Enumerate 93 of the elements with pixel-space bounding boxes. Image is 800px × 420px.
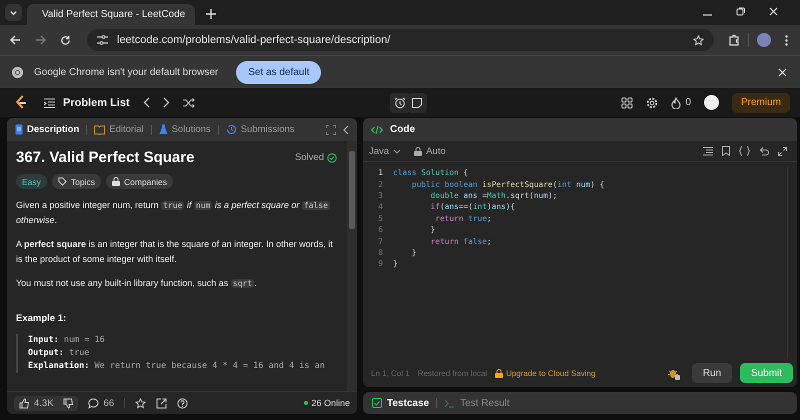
problem-list-link[interactable]: Problem List — [44, 96, 130, 108]
tab-title: Valid Perfect Square - LeetCode — [42, 9, 186, 20]
chevron-down-icon — [9, 8, 18, 17]
expand-icon[interactable] — [778, 146, 787, 156]
online-dot — [304, 401, 308, 405]
close-icon[interactable] — [769, 7, 778, 16]
example-line: Output: true — [28, 347, 90, 360]
address-bar[interactable]: leetcode.com/problems/valid-perfect-square/description/ — [87, 29, 714, 51]
braces-icon[interactable] — [739, 146, 750, 156]
collapse-icon[interactable] — [343, 124, 349, 134]
undo-icon[interactable] — [759, 146, 769, 156]
thumbs-down-icon[interactable] — [58, 396, 78, 410]
leetcode-logo-icon[interactable] — [14, 95, 27, 110]
book-icon — [94, 124, 106, 134]
browser-tab[interactable]: Valid Perfect Square - LeetCode — [27, 4, 195, 25]
description-paragraph: You must not use any built-in library function, such as sqrt . — [16, 277, 258, 290]
terminal-icon — [444, 398, 456, 408]
url-text: leetcode.com/problems/valid-perfect-square/description/ — [117, 34, 390, 46]
flask-icon — [158, 124, 168, 135]
premium-button[interactable]: Premium — [732, 92, 790, 112]
menu-icon[interactable] — [785, 34, 788, 46]
auto-mode-toggle[interactable]: Auto — [414, 146, 446, 156]
back-icon[interactable] — [10, 35, 21, 45]
infobar-message: Google Chrome isn't your default browser — [34, 66, 218, 78]
minimize-icon[interactable] — [703, 14, 712, 16]
code-icon — [371, 124, 383, 134]
reload-icon[interactable] — [60, 34, 71, 46]
star-icon[interactable] — [135, 398, 146, 408]
timer-button[interactable] — [390, 92, 410, 112]
user-avatar[interactable] — [704, 95, 719, 110]
notes-button[interactable] — [406, 92, 427, 112]
lock-icon — [414, 146, 422, 156]
share-icon[interactable] — [156, 398, 168, 408]
online-count: 26 Online — [311, 398, 350, 408]
history-icon — [226, 124, 237, 135]
forward-icon[interactable] — [35, 35, 46, 45]
shuffle-icon[interactable] — [182, 98, 195, 108]
solved-status: Solved — [294, 152, 324, 163]
checkbox-icon — [372, 398, 382, 408]
star-icon[interactable] — [693, 34, 704, 46]
description-paragraph: Given a positive integer num, return true if num is a perfect square or false otherwise. — [16, 199, 331, 227]
tag-icon — [58, 177, 67, 186]
note-icon — [410, 96, 423, 108]
panel-title: Code — [390, 124, 415, 135]
panel-tab[interactable]: Test Result — [444, 398, 510, 408]
chevron-down-icon — [393, 148, 402, 154]
panel-tab[interactable]: Testcase — [372, 398, 430, 408]
upgrade-link[interactable]: Upgrade to Cloud Saving — [495, 368, 596, 378]
list-icon — [44, 98, 55, 108]
tag-button[interactable]: Topics — [52, 174, 101, 189]
close-icon[interactable] — [778, 68, 787, 76]
streak-counter[interactable]: 0 — [671, 96, 691, 108]
comments-button[interactable]: 66 — [88, 398, 114, 408]
restore-icon[interactable] — [736, 7, 745, 16]
flame-icon — [671, 96, 682, 108]
scrollbar[interactable] — [347, 141, 357, 391]
lock-icon — [495, 368, 504, 378]
thumbs-up-icon — [19, 398, 30, 408]
profile-avatar[interactable] — [757, 33, 771, 47]
set-default-button[interactable]: Set as default — [236, 60, 322, 84]
settings-icon[interactable] — [646, 96, 658, 108]
lock-icon — [112, 177, 120, 186]
panel-tab[interactable]: Submissions — [226, 124, 295, 135]
document-icon — [15, 124, 23, 135]
example-line: Explanation: We return true because 4 * 4 = 16 and 4 is an — [28, 360, 326, 373]
tag-button[interactable]: Companies — [106, 174, 173, 189]
cursor-position: Ln 1, Col 1 — [371, 368, 410, 378]
check-circle-icon — [327, 152, 337, 162]
maximize-icon[interactable] — [326, 124, 336, 134]
new-tab-icon[interactable] — [206, 9, 216, 19]
alarm-clock-icon — [394, 96, 406, 108]
layout-icon[interactable] — [621, 96, 634, 108]
example-title: Example 1: — [16, 313, 68, 324]
panel-tab[interactable]: Editorial — [94, 124, 144, 135]
panel-tab[interactable]: Solutions — [158, 124, 211, 135]
chevron-right-icon[interactable] — [162, 97, 170, 108]
restore-note: Restored from local — [418, 368, 488, 378]
format-icon[interactable] — [703, 146, 713, 156]
help-icon[interactable] — [177, 398, 188, 408]
extensions-icon[interactable] — [728, 34, 740, 46]
panel-tab[interactable]: Description — [15, 124, 80, 135]
comment-icon — [88, 398, 99, 408]
like-button[interactable]: 4.3K — [14, 396, 59, 410]
description-paragraph: A perfect square is an integer that is the square of an integer. In other words, it is the product of some integer with itself. — [16, 238, 334, 266]
bookmark-icon[interactable] — [722, 146, 730, 156]
problem-title: 367. Valid Perfect Square — [16, 149, 194, 166]
example-line: Input: num = 16 — [28, 334, 106, 347]
difficulty-tag[interactable]: Easy — [16, 174, 47, 189]
chevron-left-icon[interactable] — [142, 97, 150, 108]
tab-search-button[interactable] — [5, 4, 22, 21]
site-info-icon[interactable] — [97, 35, 108, 45]
run-button[interactable]: Run — [692, 363, 732, 383]
language-dropdown[interactable]: Java — [369, 146, 402, 156]
